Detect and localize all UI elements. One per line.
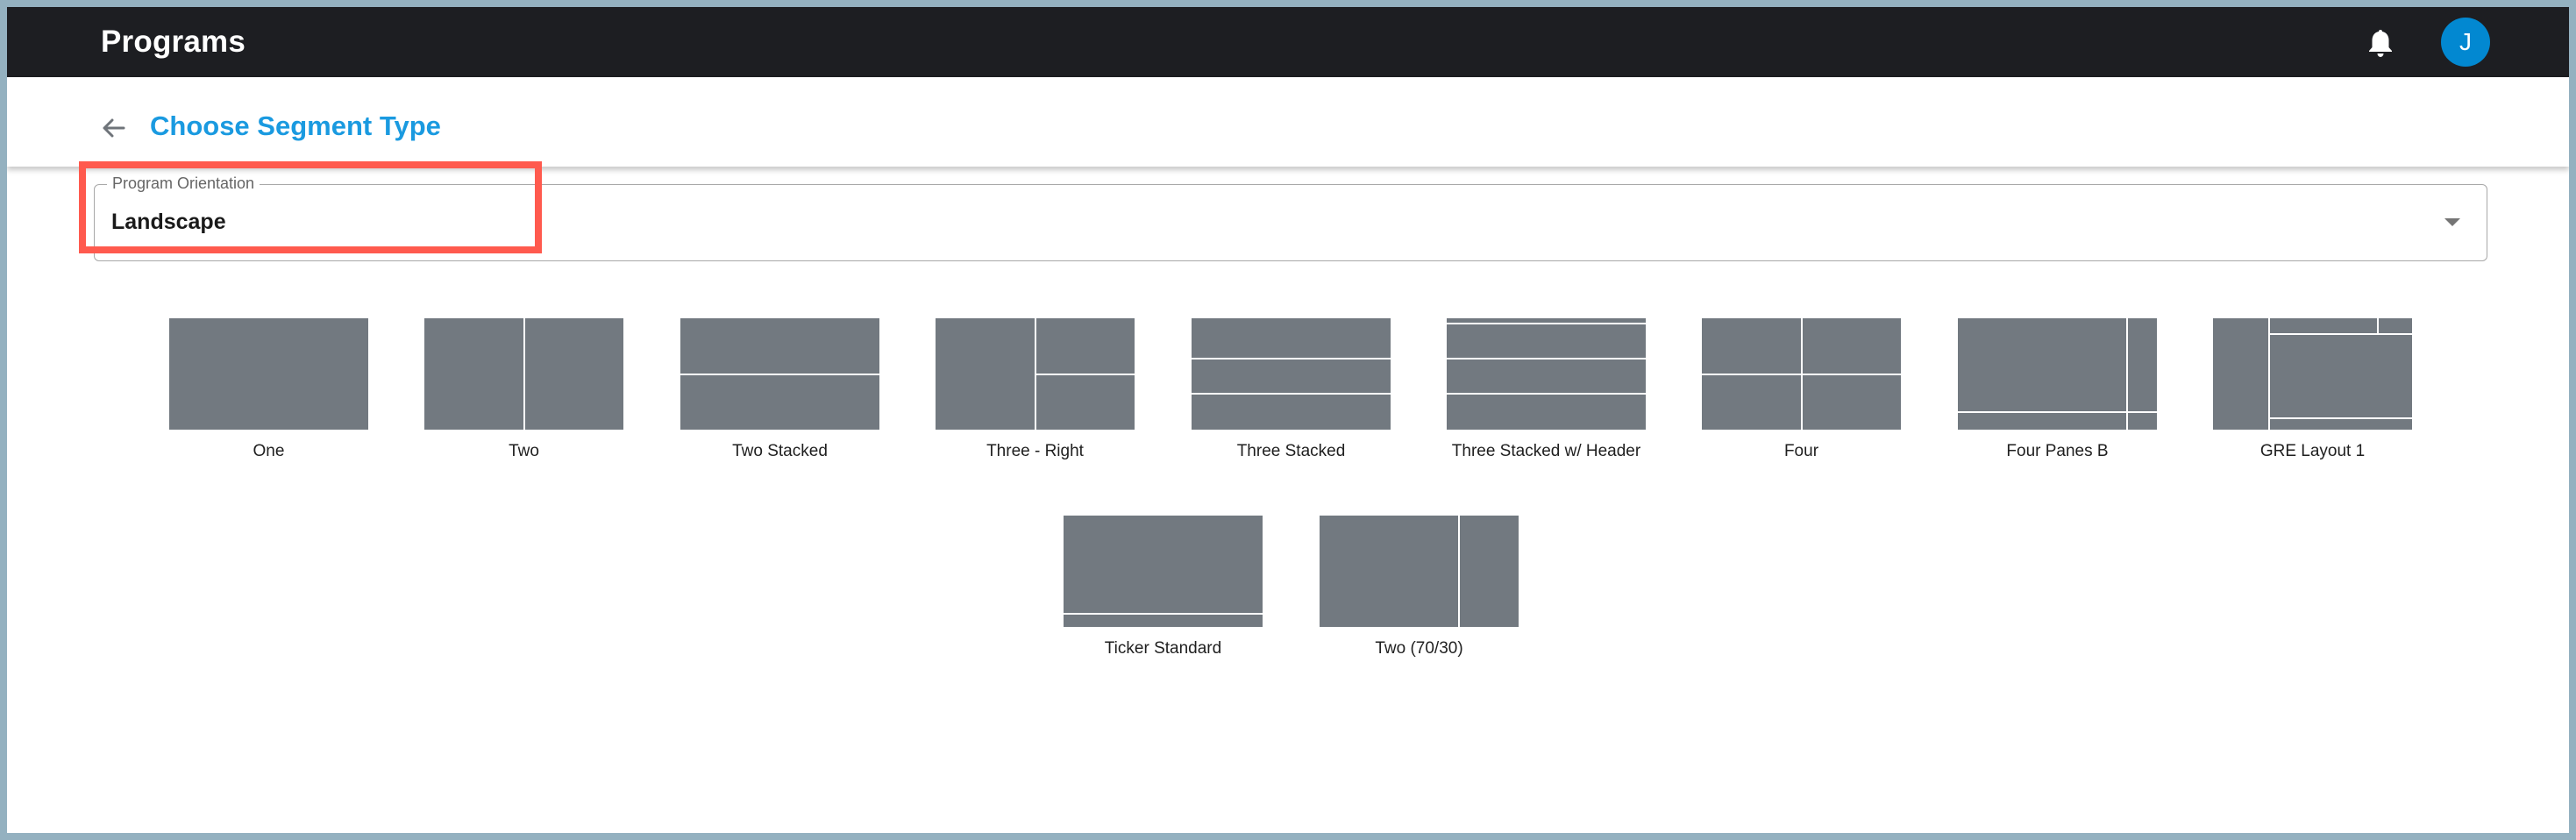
layout-thumbnail <box>169 318 368 430</box>
layout-pane <box>524 318 623 430</box>
segment-tile-label: Two (70/30) <box>1375 639 1463 658</box>
layout-pane <box>680 374 879 430</box>
layout-pane <box>1447 395 1646 430</box>
bell-icon[interactable] <box>2367 28 2394 58</box>
app-title: Programs <box>101 25 246 59</box>
layout-thumbnail <box>1702 318 1901 430</box>
segment-tile-label: Three - Right <box>986 442 1084 460</box>
layout-pane <box>2269 334 2412 418</box>
layout-pane <box>936 318 1035 430</box>
layout-pane <box>1064 516 1263 613</box>
layout-pane <box>1064 614 1263 627</box>
layout-pane <box>424 318 523 430</box>
segment-tile-label: Ticker Standard <box>1104 639 1222 658</box>
segment-tile-label: One <box>253 442 285 460</box>
segment-tile-label: GRE Layout 1 <box>2259 442 2366 460</box>
layout-thumbnail <box>936 318 1135 430</box>
page-title: Choose Segment Type <box>150 110 441 141</box>
layout-pane <box>1802 374 1901 430</box>
segment-tile-label: Three Stacked w/ Header <box>1451 442 1641 460</box>
user-avatar[interactable]: J <box>2441 18 2490 67</box>
layout-thumbnail <box>424 318 623 430</box>
layout-thumbnail <box>1192 318 1391 430</box>
layout-pane <box>1192 395 1391 430</box>
segment-tile-three-right[interactable]: Three - Right <box>936 318 1135 461</box>
layout-thumbnail <box>1958 318 2157 430</box>
select-value: Landscape <box>111 210 226 234</box>
caret-down-icon[interactable] <box>2444 218 2460 226</box>
segment-tile-two[interactable]: Two <box>424 318 623 461</box>
layout-pane <box>1035 318 1135 374</box>
layout-pane <box>1702 318 1801 374</box>
segment-tile-four-panes-b[interactable]: Four Panes B <box>1958 318 2157 461</box>
segment-tile-one[interactable]: One <box>169 318 368 461</box>
back-button[interactable] <box>98 112 130 144</box>
layout-pane <box>1702 374 1801 430</box>
layout-thumbnail <box>2213 318 2412 430</box>
layout-thumbnail <box>1320 516 1519 627</box>
layout-pane <box>1447 318 1646 324</box>
layout-pane <box>1958 318 2126 411</box>
segment-tile-three-stacked[interactable]: Three Stacked <box>1192 318 1391 461</box>
layout-pane <box>1192 318 1391 358</box>
top-app-bar: Programs J <box>7 7 2569 77</box>
layout-thumbnail <box>680 318 879 430</box>
segment-tile-three-stacked-w-header[interactable]: Three Stacked w/ Header <box>1447 318 1646 461</box>
layout-pane <box>1192 359 1391 394</box>
layout-pane <box>2379 318 2412 333</box>
layout-pane <box>1320 516 1458 627</box>
segment-tile-label: Two <box>509 442 539 460</box>
layout-pane <box>2127 318 2157 411</box>
segment-tile-two-stacked[interactable]: Two Stacked <box>680 318 879 461</box>
layout-pane <box>169 318 368 430</box>
segment-tile-label: Four Panes B <box>2006 442 2109 460</box>
segment-tile-gre-layout-1[interactable]: GRE Layout 1 <box>2213 318 2412 461</box>
segment-tile-label: Three Stacked <box>1236 442 1346 460</box>
layout-thumbnail <box>1064 516 1263 627</box>
app-window: Programs J Choose Segment Type Program O… <box>7 7 2569 833</box>
layout-pane <box>1447 359 1646 394</box>
layout-pane <box>1035 374 1135 430</box>
segment-tile-four[interactable]: Four <box>1702 318 1901 461</box>
layout-pane <box>2127 412 2157 430</box>
layout-pane <box>2213 318 2268 430</box>
segment-tile-label: Two Stacked <box>732 442 828 460</box>
segment-tile-label: Four <box>1783 442 1819 460</box>
select-label: Program Orientation <box>107 174 260 193</box>
arrow-left-icon <box>103 118 125 138</box>
page-header: Choose Segment Type <box>7 77 2569 167</box>
program-orientation-select[interactable]: Program Orientation Landscape <box>94 174 2487 261</box>
layout-pane <box>2269 419 2412 430</box>
layout-pane <box>2269 318 2378 333</box>
layout-pane <box>680 318 879 374</box>
layout-pane <box>1459 516 1519 627</box>
layout-pane <box>1802 318 1901 374</box>
segment-tile-ticker-standard[interactable]: Ticker Standard <box>1064 516 1263 658</box>
layout-pane <box>1447 324 1646 358</box>
layout-pane <box>1958 412 2126 430</box>
segment-tile-two-70-30[interactable]: Two (70/30) <box>1320 516 1519 658</box>
layout-thumbnail <box>1447 318 1646 430</box>
